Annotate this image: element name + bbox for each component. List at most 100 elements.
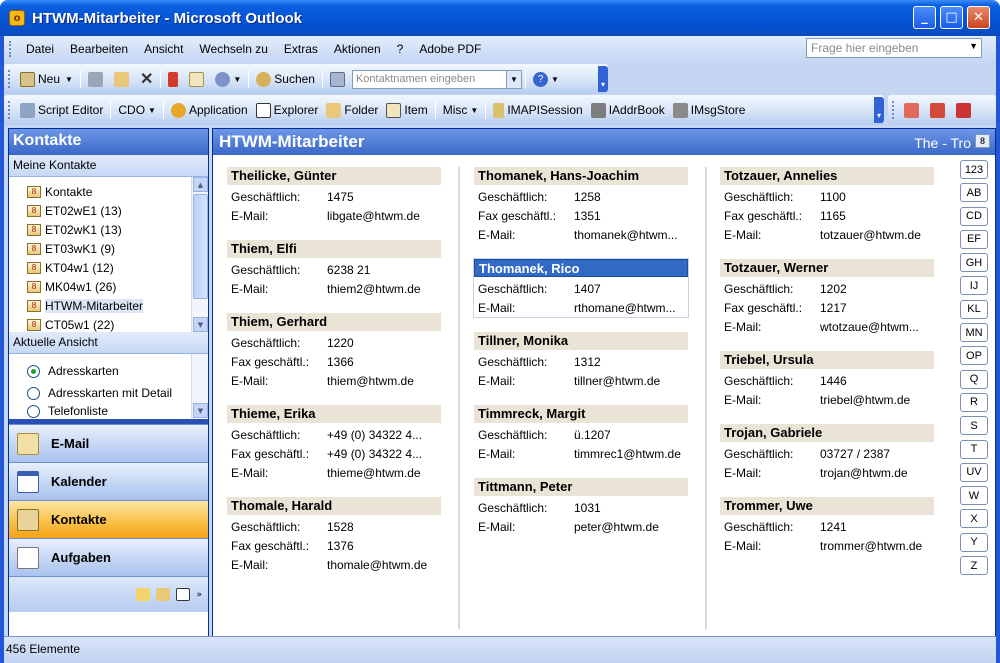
contact-card[interactable]: Theilicke, Günter Geschäftlich: 1475 E-Mail… <box>227 167 441 225</box>
nav-button-tasks[interactable]: Aufgaben <box>9 538 208 576</box>
folder-item-selected[interactable]: 8 HTWM-Mitarbeiter <box>9 296 208 315</box>
close-button[interactable]: ✕ <box>967 6 990 29</box>
toolbar-grip[interactable] <box>892 101 896 119</box>
toolbar-grip[interactable] <box>8 101 12 119</box>
minimize-button[interactable]: _ <box>913 6 936 29</box>
scroll-down-icon[interactable]: ▼ <box>193 403 208 418</box>
menu-grip[interactable] <box>9 41 13 57</box>
index-button-x[interactable]: X <box>960 509 988 529</box>
imsgstore-button[interactable]: IMsgStore <box>669 99 750 121</box>
application-button[interactable]: Application <box>167 99 252 121</box>
folder-item[interactable]: 8 Kontakte <box>9 182 208 201</box>
contact-name[interactable]: Trommer, Uwe <box>720 497 934 515</box>
index-button-ef[interactable]: EF <box>960 229 988 249</box>
menu-datei[interactable]: Datei <box>19 42 63 56</box>
chevron-down-icon[interactable]: ▼ <box>969 41 978 51</box>
toolbar-options-chevron[interactable]: ▾ <box>598 66 608 92</box>
configure-buttons-icon[interactable]: » <box>196 590 202 600</box>
contact-card[interactable]: Trommer, Uwe Geschäftlich: 1241 E-Mail: trom… <box>720 497 934 555</box>
delete-button[interactable]: ✕ <box>136 68 157 90</box>
title-bar[interactable]: o HTWM-Mitarbeiter - Microsoft Outlook _… <box>0 0 1000 36</box>
index-button-mn[interactable]: MN <box>960 323 988 343</box>
toolbar-grip[interactable] <box>8 70 12 88</box>
contact-name[interactable]: Triebel, Ursula <box>720 351 934 369</box>
contact-name[interactable]: Thiem, Gerhard <box>227 313 441 331</box>
index-button-uv[interactable]: UV <box>960 462 988 482</box>
menu-wechseln-zu[interactable]: Wechseln zu <box>192 42 276 56</box>
follow-up-button[interactable] <box>164 68 185 90</box>
contact-card[interactable]: Trojan, Gabriele Geschäftlich: 03727 / 238… <box>720 424 934 482</box>
folder-item[interactable]: 8 CT05w1 (22) <box>9 315 208 334</box>
contact-name[interactable]: Trojan, Gabriele <box>720 424 934 442</box>
view-list-scrollbar[interactable]: ▼ <box>191 354 208 418</box>
contact-card[interactable]: Thomale, Harald Geschäftlich: 1528 Fax gesc… <box>227 497 441 574</box>
address-book-button[interactable] <box>326 68 352 90</box>
misc-menu[interactable]: Misc ▼ <box>439 99 483 121</box>
index-button-t[interactable]: T <box>960 439 988 459</box>
maximize-button[interactable]: □ <box>940 6 963 29</box>
item-button[interactable]: Item <box>382 99 431 121</box>
index-button-op[interactable]: OP <box>960 346 988 366</box>
contact-name[interactable]: Totzauer, Werner <box>720 259 934 277</box>
explorer-button[interactable]: Explorer <box>252 99 323 121</box>
menu-ansicht[interactable]: Ansicht <box>137 42 192 56</box>
menu-aktionen[interactable]: Aktionen <box>327 42 390 56</box>
folder-item[interactable]: 8 ET03wK1 (9) <box>9 239 208 258</box>
scroll-up-icon[interactable]: ▲ <box>193 177 208 192</box>
index-button-s[interactable]: S <box>960 416 988 436</box>
contact-search-input[interactable]: Kontaktnamen eingeben ▼ <box>351 69 522 89</box>
nav-button-mail[interactable]: E-Mail <box>9 424 208 462</box>
contact-name[interactable]: Theilicke, Günter <box>227 167 441 185</box>
contact-name[interactable]: Totzauer, Annelies <box>720 167 934 185</box>
menu-extras[interactable]: Extras <box>277 42 327 56</box>
new-message-to-contact-button[interactable] <box>185 68 211 90</box>
folder-item[interactable]: 8 KT04w1 (12) <box>9 258 208 277</box>
move-to-folder-button[interactable] <box>110 68 136 90</box>
contact-card-icon[interactable]: 8 <box>975 134 990 148</box>
contact-name[interactable]: Thomanek, Rico <box>474 259 688 277</box>
shortcuts-icon[interactable] <box>176 588 191 601</box>
outlook-app-icon[interactable]: o <box>9 10 25 26</box>
ask-question-input[interactable]: Frage hier eingeben ▼ <box>806 38 982 58</box>
contact-card[interactable]: Triebel, Ursula Geschäftlich: 1446 E-Mail: t… <box>720 351 934 409</box>
my-contacts-header[interactable]: Meine Kontakte <box>9 155 208 177</box>
nav-button-calendar[interactable]: Kalender <box>9 462 208 500</box>
scroll-thumb[interactable] <box>193 194 208 299</box>
folder-list-scrollbar[interactable]: ▲ ▼ <box>191 177 208 332</box>
chevron-down-icon[interactable]: ▼ <box>505 70 521 88</box>
index-button-r[interactable]: R <box>960 392 988 412</box>
contact-name[interactable]: Thiem, Elfi <box>227 240 441 258</box>
pdf-convert-button[interactable] <box>900 99 926 121</box>
toolbar-options-chevron[interactable]: ▾ <box>874 97 884 123</box>
explore-web-button[interactable]: ▼ <box>211 68 245 90</box>
folder-item[interactable]: 8 ET02wK1 (13) <box>9 220 208 239</box>
contact-name[interactable]: Tittmann, Peter <box>474 478 688 496</box>
contact-card[interactable]: Thiem, Elfi Geschäftlich: 6238 21 E-Mail: th… <box>227 240 441 298</box>
contact-name[interactable]: Thieme, Erika <box>227 405 441 423</box>
contact-card[interactable]: Tittmann, Peter Geschäftlich: 1031 E-Mail: p… <box>474 478 688 536</box>
nav-button-contacts[interactable]: Kontakte <box>9 500 208 538</box>
scroll-down-icon[interactable]: ▼ <box>193 317 208 332</box>
folder-list-icon[interactable] <box>156 588 171 601</box>
index-button-z[interactable]: Z <box>960 556 988 576</box>
view-option[interactable]: Adresskarten <box>9 360 208 382</box>
print-button[interactable] <box>84 68 110 90</box>
index-button-123[interactable]: 123 <box>960 160 988 179</box>
find-button[interactable]: Suchen <box>252 68 319 90</box>
script-editor-button[interactable]: Script Editor <box>16 99 107 121</box>
current-view-header[interactable]: Aktuelle Ansicht <box>9 332 208 354</box>
contact-card[interactable]: Totzauer, Werner Geschäftlich: 1202 Fax ges… <box>720 259 934 336</box>
column-divider[interactable] <box>705 167 707 629</box>
cdo-menu[interactable]: CDO ▼ <box>114 99 160 121</box>
contact-card[interactable]: Thieme, Erika Geschäftlich: +49 (0) 34322 … <box>227 405 441 482</box>
pdf-review-button[interactable] <box>952 99 978 121</box>
index-button-cd[interactable]: CD <box>960 206 988 226</box>
imapisession-button[interactable]: IMAPISession <box>489 99 586 121</box>
contact-card-selected[interactable]: Thomanek, Rico Geschäftlich: 1407 E-Mail: rt… <box>473 258 689 318</box>
folder-item[interactable]: 8 MK04w1 (26) <box>9 277 208 296</box>
index-button-y[interactable]: Y <box>960 532 988 552</box>
contact-name[interactable]: Tillner, Monika <box>474 332 688 350</box>
folder-item[interactable]: 8 ET02wE1 (13) <box>9 201 208 220</box>
index-button-w[interactable]: W <box>960 486 988 506</box>
index-button-kl[interactable]: KL <box>960 299 988 319</box>
